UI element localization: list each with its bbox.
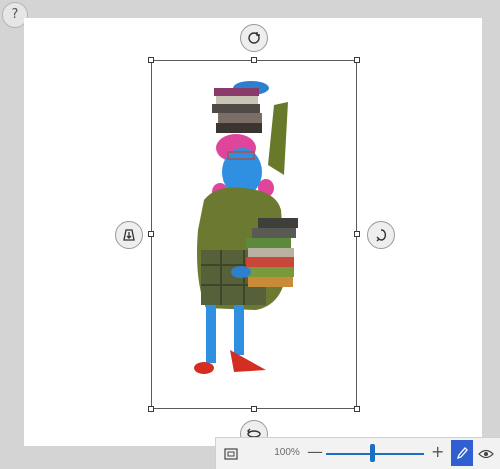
rotate-icon [248, 32, 260, 44]
pen-icon [456, 447, 468, 460]
fit-to-screen-icon [224, 448, 238, 460]
zoom-slider-track[interactable] [326, 453, 424, 455]
rotate-left-control[interactable] [115, 221, 143, 249]
handle-top-left[interactable] [148, 57, 154, 63]
handle-bottom-right[interactable] [354, 406, 360, 412]
zoom-slider-thumb[interactable] [369, 444, 375, 462]
handle-top-center[interactable] [251, 57, 257, 63]
handle-middle-right[interactable] [354, 231, 360, 237]
rotate-top-control[interactable] [240, 24, 268, 52]
rotate-side-icon [376, 229, 387, 242]
rotate-right-control[interactable] [367, 221, 395, 249]
view-button[interactable] [476, 444, 496, 464]
zoom-out-button[interactable]: — [307, 442, 323, 461]
tilt-icon [123, 229, 135, 241]
zoom-level-label: 100% [274, 447, 300, 458]
handle-bottom-left[interactable] [148, 406, 154, 412]
handle-bottom-center[interactable] [251, 406, 257, 412]
pen-button[interactable] [451, 440, 473, 466]
zoom-in-button[interactable]: + [431, 442, 444, 461]
eye-icon [478, 449, 494, 459]
selection-box [151, 60, 357, 409]
handle-middle-left[interactable] [148, 231, 154, 237]
bottom-toolbar: 100% — + [215, 437, 500, 469]
handle-top-right[interactable] [354, 57, 360, 63]
fit-to-screen-button[interactable] [221, 444, 241, 464]
